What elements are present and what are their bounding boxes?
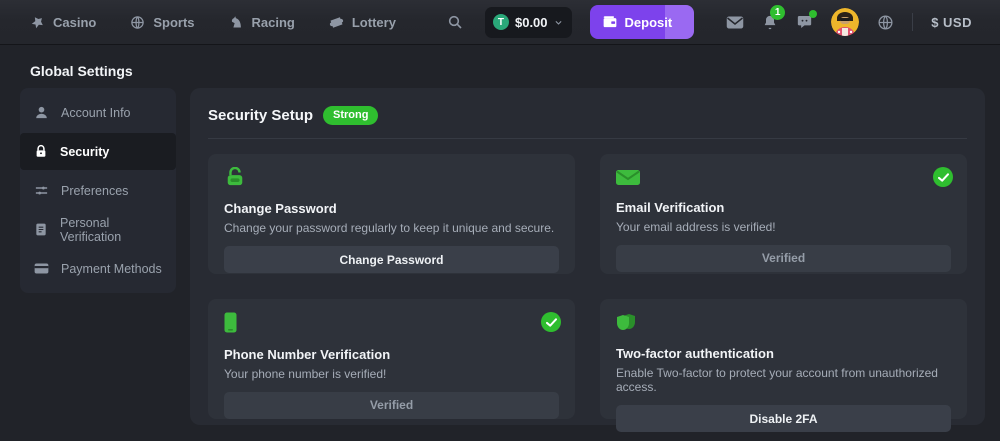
sidebar-item-preferences[interactable]: Preferences (20, 172, 176, 209)
security-cards-grid: Change Password Change your password reg… (208, 154, 967, 419)
sidebar-item-payment-methods[interactable]: Payment Methods (20, 250, 176, 287)
search-icon[interactable] (443, 10, 467, 34)
verified-check-icon (541, 312, 561, 332)
card-description: Your email address is verified! (616, 220, 951, 234)
sports-icon (130, 15, 145, 30)
tether-coin-icon: T (493, 14, 509, 30)
card-description: Change your password regularly to keep i… (224, 221, 559, 235)
green-phone-icon (224, 312, 237, 332)
nav-item-lottery[interactable]: Lottery (329, 15, 396, 30)
card-description: Enable Two-factor to protect your accoun… (616, 366, 951, 394)
top-navigation-bar: Casino Sports Racing Lottery T $0.00 (0, 0, 1000, 45)
chevron-down-icon (554, 18, 563, 27)
panel-header: Security Setup Strong (208, 106, 967, 125)
document-icon (34, 222, 48, 237)
notification-count-badge: 1 (770, 5, 785, 20)
casino-icon (30, 15, 45, 30)
sidebar-item-label: Personal Verification (60, 216, 162, 244)
chat-status-dot (809, 10, 817, 18)
sidebar-item-personal-verification[interactable]: Personal Verification (20, 211, 176, 248)
header-divider (912, 13, 913, 31)
card-title: Two-factor authentication (616, 346, 951, 361)
balance-amount: $0.00 (515, 15, 548, 30)
two-factor-shields-icon (616, 312, 638, 332)
mail-icon[interactable] (726, 15, 744, 30)
primary-nav: Casino Sports Racing Lottery (30, 15, 396, 30)
email-verified-button[interactable]: Verified (616, 245, 951, 272)
sidebar-item-label: Payment Methods (61, 262, 162, 276)
language-globe-icon[interactable] (877, 14, 894, 31)
green-padlock-icon (224, 167, 246, 187)
disable-2fa-button[interactable]: Disable 2FA (616, 405, 951, 432)
nav-label: Racing (252, 15, 295, 30)
nav-item-casino[interactable]: Casino (30, 15, 96, 30)
sliders-icon (34, 183, 49, 198)
notifications-bell-icon[interactable]: 1 (762, 14, 778, 31)
currency-selector[interactable]: $ USD (931, 15, 972, 30)
lock-icon (34, 144, 48, 159)
password-strength-badge: Strong (323, 106, 378, 125)
nav-label: Sports (153, 15, 194, 30)
user-avatar[interactable] (831, 8, 859, 36)
card-title: Change Password (224, 201, 559, 216)
green-envelope-icon (616, 167, 640, 187)
nav-item-sports[interactable]: Sports (130, 15, 194, 30)
two-factor-card: Two-factor authentication Enable Two-fac… (600, 299, 967, 419)
email-verification-card: Email Verification Your email address is… (600, 154, 967, 274)
card-title: Email Verification (616, 200, 951, 215)
nav-label: Lottery (352, 15, 396, 30)
panel-divider (208, 138, 967, 139)
change-password-button[interactable]: Change Password (224, 246, 559, 273)
wallet-icon (602, 15, 618, 29)
racing-icon (229, 15, 244, 30)
verified-check-icon (933, 167, 953, 187)
nav-label: Casino (53, 15, 96, 30)
person-icon (34, 105, 49, 120)
wallet-balance-dropdown[interactable]: T $0.00 (485, 7, 572, 38)
nav-item-racing[interactable]: Racing (229, 15, 295, 30)
change-password-card: Change Password Change your password reg… (208, 154, 575, 274)
card-description: Your phone number is verified! (224, 367, 559, 381)
panel-title: Security Setup (208, 107, 313, 124)
credit-card-icon (34, 262, 49, 275)
sidebar-item-label: Preferences (61, 184, 128, 198)
card-title: Phone Number Verification (224, 347, 559, 362)
sidebar-item-account-info[interactable]: Account Info (20, 94, 176, 131)
page-title: Global Settings (30, 63, 133, 79)
header-right-controls: T $0.00 Deposit 1 (443, 5, 972, 39)
sidebar-item-security[interactable]: Security (20, 133, 176, 170)
sidebar-item-label: Security (60, 145, 109, 159)
lottery-icon (329, 15, 344, 30)
phone-verification-card: Phone Number Verification Your phone num… (208, 299, 575, 419)
sidebar-item-label: Account Info (61, 106, 131, 120)
deposit-label: Deposit (625, 15, 673, 30)
phone-verified-button[interactable]: Verified (224, 392, 559, 419)
security-settings-panel: Security Setup Strong Change Password Ch… (190, 88, 985, 425)
chat-icon[interactable] (796, 14, 813, 30)
deposit-button[interactable]: Deposit (590, 5, 695, 39)
settings-sidebar: Account Info Security Preferences Person… (20, 88, 176, 293)
